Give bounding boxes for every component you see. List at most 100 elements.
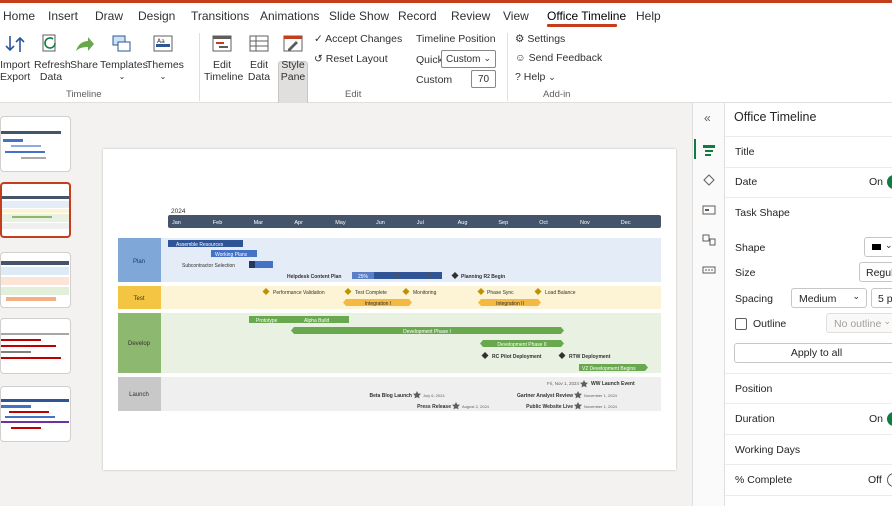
- tab-view[interactable]: View: [503, 9, 529, 23]
- quick-position-dropdown[interactable]: Custom ⌄: [441, 50, 496, 68]
- task-shape-label: Task Shape: [735, 207, 790, 219]
- swimlane-launch-label: Launch: [129, 392, 149, 398]
- tab-design[interactable]: Design: [138, 9, 175, 23]
- reset-layout-button[interactable]: ↺ Reset Layout: [314, 53, 388, 65]
- custom-label: Custom: [416, 74, 453, 86]
- task-label-helpdesk: Helpdesk Content Plan: [287, 274, 341, 280]
- style-pane-button[interactable]: Style Pane: [278, 33, 308, 83]
- date-toggle[interactable]: [887, 175, 892, 189]
- tab-record[interactable]: Record: [398, 9, 437, 23]
- percent-complete-toggle[interactable]: [887, 473, 892, 487]
- tab-transitions[interactable]: Transitions: [191, 9, 249, 23]
- tab-help[interactable]: Help: [636, 9, 661, 23]
- edit-data-label-1: Edit: [249, 59, 269, 71]
- duration-toggle[interactable]: [887, 412, 892, 426]
- edit-timeline-label-2: Timeline: [204, 71, 244, 83]
- pane-title: Office Timeline: [734, 110, 817, 124]
- timescale-icon[interactable]: [702, 263, 716, 277]
- themes-label: Themes: [146, 59, 184, 71]
- settings-label: Settings: [527, 33, 566, 45]
- help-button[interactable]: ? Help ⌄: [515, 71, 556, 83]
- slide-thumbnail[interactable]: [0, 116, 71, 172]
- edit-timeline-label-1: Edit: [212, 59, 232, 71]
- templates-button[interactable]: Templates ⌄: [100, 33, 148, 83]
- import-export-icon: [5, 36, 25, 52]
- refresh-label-2: Data: [39, 71, 63, 83]
- shape-dropdown[interactable]: ⌄: [864, 237, 892, 257]
- task-helpdesk-percent: 25%: [358, 274, 369, 280]
- slide-thumbnail[interactable]: [0, 318, 71, 374]
- import-export-button[interactable]: Import Export: [0, 33, 30, 83]
- swimlane-test-label: Test: [133, 296, 144, 302]
- reset-icon: ↺: [314, 53, 323, 65]
- smiley-icon: ☺: [515, 52, 526, 64]
- share-label: Share: [70, 59, 99, 71]
- spacing-dropdown[interactable]: Medium ⌄: [791, 288, 867, 308]
- custom-position-input[interactable]: 70: [471, 70, 496, 88]
- spacing-points-value: 5 p: [878, 293, 892, 305]
- collapse-pane-icon[interactable]: «: [704, 111, 711, 125]
- timescale-month-label: Mar: [254, 220, 264, 226]
- settings-button[interactable]: ⚙ Settings: [515, 33, 565, 45]
- tab-animations[interactable]: Animations: [260, 9, 319, 23]
- slide-thumbnail-preview: [1, 333, 69, 359]
- timeline-position-label: Timeline Position: [416, 33, 496, 45]
- outline-checkbox[interactable]: [735, 318, 747, 330]
- divider: [725, 136, 892, 137]
- milestone-label-rtw: RTW Deployment: [569, 354, 611, 360]
- themes-chevron-icon: ⌄: [159, 72, 167, 81]
- ribbon-separator: [199, 33, 200, 101]
- tab-review[interactable]: Review: [451, 9, 490, 23]
- size-label: Size: [735, 267, 756, 279]
- size-dropdown[interactable]: Regula: [859, 262, 892, 282]
- slide-thumbnail-preview: [1, 261, 69, 301]
- spacing-points-input[interactable]: 5 p: [871, 288, 892, 308]
- share-arrow-icon: [76, 37, 94, 51]
- tab-insert[interactable]: Insert: [48, 9, 78, 23]
- timescale-month-label: Nov: [580, 220, 590, 226]
- export-label: Export: [0, 71, 31, 83]
- tab-home[interactable]: Home: [3, 9, 35, 23]
- date-toggle-state: On: [869, 176, 884, 188]
- swimlane-icon[interactable]: [702, 233, 716, 247]
- timeline-style-icon[interactable]: [702, 143, 716, 157]
- task-bar-icon[interactable]: [702, 203, 716, 217]
- style-pane-icon: [283, 35, 303, 52]
- milestone-label-perf: Performance Validation: [273, 290, 325, 296]
- divider: [725, 373, 892, 374]
- milestone-label-load-balance: Load Balance: [545, 290, 576, 296]
- outline-dropdown[interactable]: No outline ⌄: [826, 313, 892, 333]
- title-row-label: Title: [735, 146, 755, 158]
- refresh-data-button[interactable]: Refresh Data: [34, 33, 71, 83]
- edit-timeline-button[interactable]: Edit Timeline: [204, 33, 244, 83]
- tab-slide-show[interactable]: Slide Show: [329, 9, 389, 23]
- chevron-down-icon: ⌄: [883, 316, 891, 326]
- apply-to-all-button[interactable]: Apply to all: [734, 343, 892, 363]
- slide-thumbnail-preview: [1, 131, 61, 159]
- percent-complete-label: % Complete: [735, 474, 793, 486]
- timescale-month-label: Jan: [172, 220, 181, 226]
- slide-thumbnail[interactable]: [0, 386, 71, 442]
- milestone-label-rc-pilot: RC Pilot Deployment: [492, 354, 542, 360]
- gear-icon: ⚙: [515, 33, 525, 45]
- timescale-month-label: Jun: [376, 220, 385, 226]
- themes-button[interactable]: Aa Themes ⌄: [146, 33, 184, 83]
- edit-data-button[interactable]: Edit Data: [244, 33, 274, 83]
- timescale-month-label: Apr: [294, 220, 303, 226]
- milestone-label-ww: WW Launch Event: [591, 381, 635, 387]
- send-feedback-button[interactable]: ☺ Send Feedback: [515, 52, 602, 64]
- milestone-label-planning-r2: Planning R2 Begin: [461, 274, 505, 280]
- slide-thumbnail[interactable]: [0, 252, 71, 308]
- milestone-label-phase-sync: Phase Sync: [487, 290, 514, 296]
- rail-active-indicator: [694, 139, 696, 159]
- accept-changes-button[interactable]: ✓ Accept Changes: [314, 33, 402, 45]
- divider: [725, 464, 892, 465]
- tab-draw[interactable]: Draw: [95, 9, 123, 23]
- slide-thumbnail-selected[interactable]: [0, 182, 71, 238]
- milestone-date-press: August 2, 2024: [462, 404, 490, 409]
- spacing-value: Medium: [799, 293, 837, 305]
- tab-office-timeline[interactable]: Office Timeline: [547, 9, 626, 23]
- diamond-milestone-icon[interactable]: [702, 173, 716, 187]
- share-button[interactable]: Share: [70, 33, 98, 71]
- outline-value: No outline: [834, 318, 882, 330]
